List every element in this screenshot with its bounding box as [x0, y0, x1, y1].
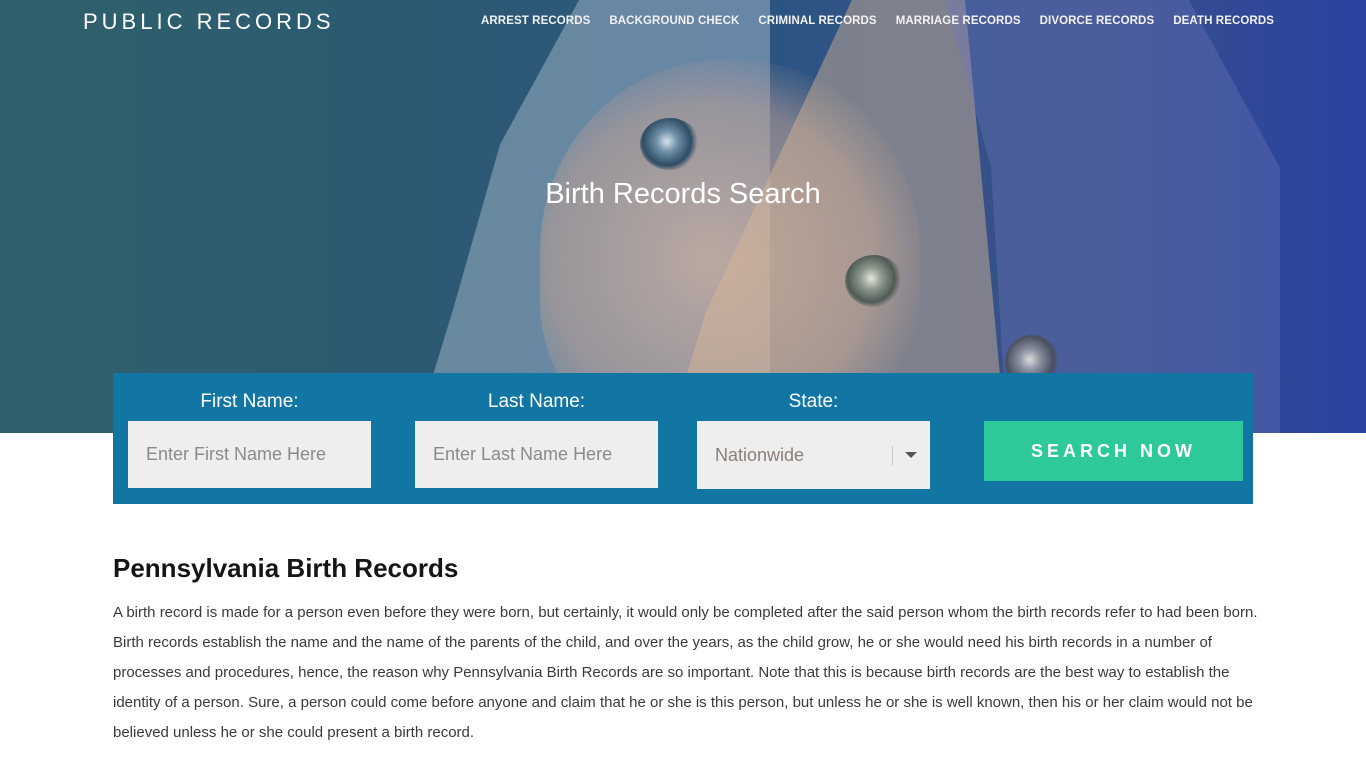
- state-label: State:: [788, 391, 839, 412]
- main-nav: ARREST RECORDS BACKGROUND CHECK CRIMINAL…: [462, 15, 1274, 27]
- last-name-input[interactable]: [415, 421, 658, 488]
- first-name-label: First Name:: [200, 391, 299, 412]
- article-paragraph: A birth record is made for a person even…: [113, 604, 1258, 741]
- first-name-input[interactable]: [128, 421, 371, 488]
- search-now-button[interactable]: SEARCH NOW: [984, 421, 1243, 481]
- brand-logo-link[interactable]: PUBLIC RECORDS: [83, 9, 335, 35]
- state-select-value: Nationwide: [715, 444, 805, 465]
- nav-arrest-records[interactable]: ARREST RECORDS: [481, 15, 590, 27]
- hero-image-eye: [845, 255, 903, 307]
- search-form: First Name: Last Name: State: Nationwide…: [113, 373, 1253, 504]
- hero-title: Birth Records Search: [545, 178, 821, 210]
- hero-banner: PUBLIC RECORDS ARREST RECORDS BACKGROUND…: [0, 0, 1366, 433]
- hero-image-eye: [640, 118, 700, 170]
- state-select[interactable]: Nationwide: [697, 421, 930, 489]
- article-heading: Pennsylvania Birth Records: [113, 553, 459, 583]
- chevron-down-icon: [905, 452, 917, 458]
- nav-death-records[interactable]: DEATH RECORDS: [1173, 15, 1274, 27]
- article-section: Pennsylvania Birth Records A birth recor…: [113, 553, 1258, 748]
- nav-marriage-records[interactable]: MARRIAGE RECORDS: [896, 15, 1021, 27]
- last-name-label: Last Name:: [487, 391, 586, 412]
- hero-baby-image: [0, 0, 1366, 433]
- nav-background-check[interactable]: BACKGROUND CHECK: [609, 15, 739, 27]
- select-divider: [892, 445, 893, 465]
- nav-criminal-records[interactable]: CRIMINAL RECORDS: [758, 15, 876, 27]
- nav-divorce-records[interactable]: DIVORCE RECORDS: [1040, 15, 1155, 27]
